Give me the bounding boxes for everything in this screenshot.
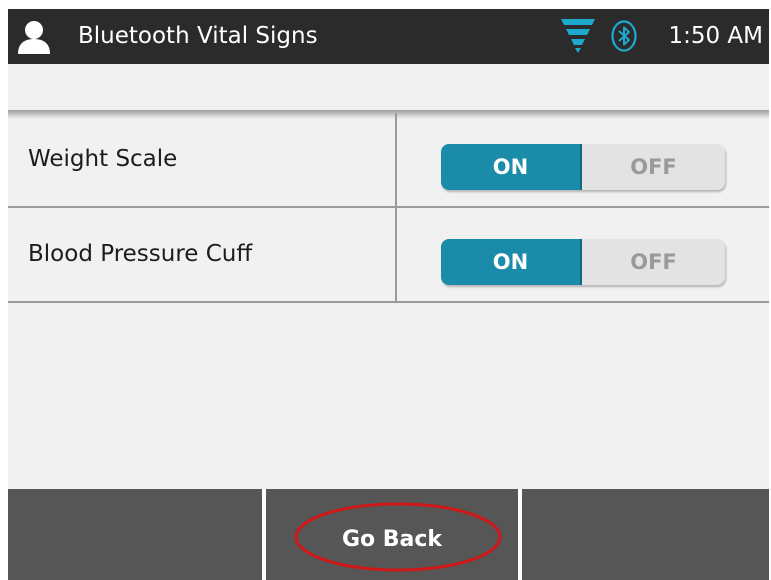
empty-left-button[interactable] — [8, 489, 262, 580]
go-back-button[interactable]: Go Back — [266, 489, 518, 580]
toggle-off-option[interactable]: OFF — [582, 144, 725, 190]
signal-icon — [561, 19, 595, 53]
weight-scale-toggle[interactable]: ON OFF — [441, 144, 725, 190]
toggle-on-option[interactable]: ON — [441, 144, 582, 190]
toggle-on-option[interactable]: ON — [441, 239, 582, 285]
app-title: Bluetooth Vital Signs — [78, 23, 318, 49]
device-label: Blood Pressure Cuff — [28, 241, 253, 267]
clock: 1:50 AM — [668, 23, 763, 49]
device-screen: Bluetooth Vital Signs 1:50 AM Weight Sca… — [8, 9, 769, 580]
bottom-button-bar: Go Back — [8, 489, 769, 580]
blood-pressure-cuff-toggle[interactable]: ON OFF — [441, 239, 725, 285]
status-bar: Bluetooth Vital Signs 1:50 AM — [8, 9, 769, 64]
bluetooth-icon — [611, 20, 637, 52]
device-label: Weight Scale — [28, 146, 178, 172]
empty-right-button[interactable] — [522, 489, 769, 580]
user-icon — [18, 21, 50, 54]
device-row-blood-pressure-cuff: Blood Pressure Cuff ON OFF — [8, 208, 769, 303]
toggle-off-option[interactable]: OFF — [582, 239, 725, 285]
device-row-weight-scale: Weight Scale ON OFF — [8, 113, 769, 208]
subheader-strip — [8, 64, 769, 110]
go-back-label: Go Back — [341, 527, 443, 552]
